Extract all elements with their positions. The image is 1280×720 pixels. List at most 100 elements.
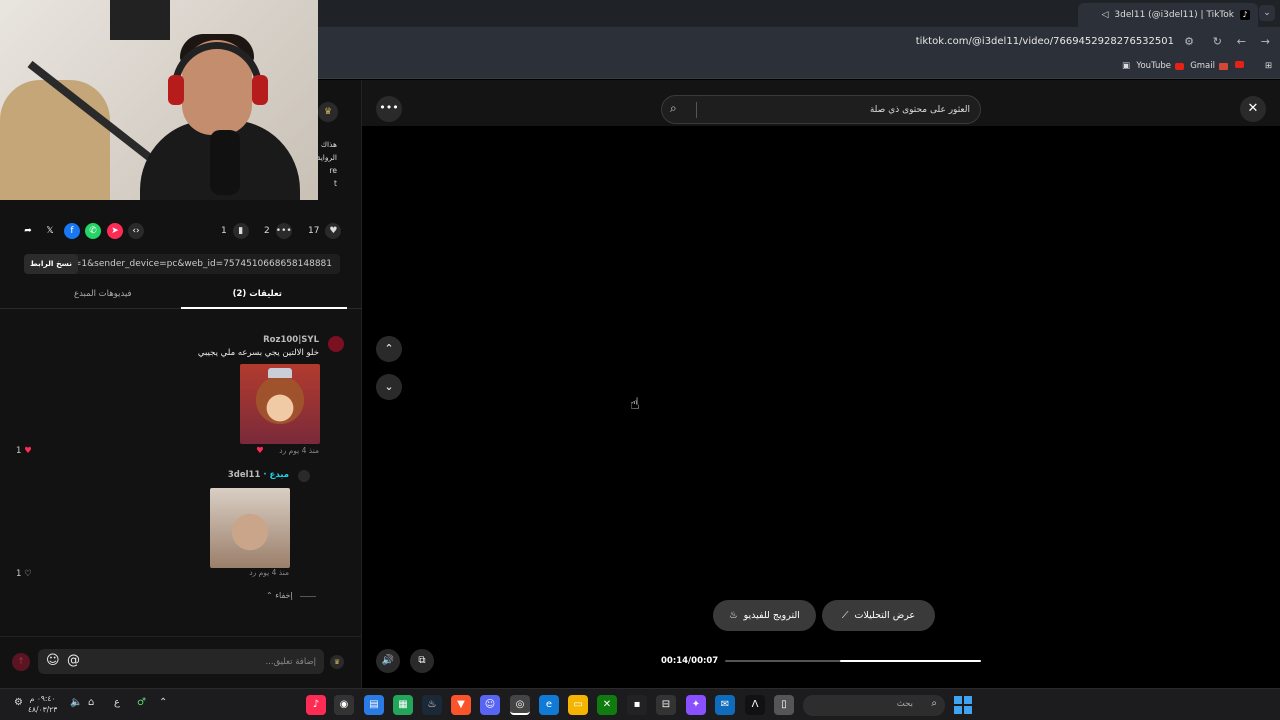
youtube-icon [1175,62,1184,70]
reload-icon[interactable]: ↻ [1213,35,1222,48]
recorder-app-icon[interactable]: ◉ [334,695,354,715]
creator-reply-avatar[interactable] [298,470,310,482]
heart-icon: ♥ [325,223,342,239]
comment-like-button[interactable]: 1 ♥ [16,446,32,456]
address-bar[interactable]: tiktok.com/@i3del11/video/76694529282765… [916,36,1174,47]
reply-like-button[interactable]: 1 ♡ [16,569,32,579]
bookmark-youtube[interactable]: YouTube [1136,61,1184,71]
comment-username[interactable]: Roz100|SYL [263,335,319,345]
share-link: ..._p=1&sender_device=pc&web_id=75745106… [55,259,332,269]
apps-grid-icon[interactable]: ⊞ [1265,61,1272,71]
reply-sticker-image [210,488,290,568]
microphone-icon[interactable]: ♂ [137,697,146,708]
tab-comments[interactable]: (2) تعليقات [233,289,282,299]
facebook-icon[interactable]: f [64,223,80,239]
reply-meta[interactable]: منذ 4 يوم رد [249,568,289,577]
user-avatar[interactable]: ♛ [330,655,344,669]
steam-icon[interactable]: ♨ [422,695,442,715]
speaker-icon[interactable]: 🔈 [70,697,82,708]
x-icon[interactable]: 𝕏 [42,223,58,239]
creator-liked-icon: ♥ [256,446,264,456]
reply-username[interactable]: 3del11 · مبدع [228,470,289,480]
emoji-icon[interactable]: ☺ [46,653,60,668]
flame-icon: ♨ [729,610,738,621]
tab-title: 3del11 (@i3del11) | TikTok [1114,10,1234,20]
search-input[interactable] [696,96,980,123]
search-bar: ⌕ [661,95,981,124]
progress-bar[interactable] [725,660,981,662]
app-icon[interactable]: ▤ [364,695,384,715]
comment-icon: ••• [275,223,292,239]
edge-icon[interactable]: e [539,695,559,715]
send-to-friends-icon[interactable]: ➤ [107,223,123,239]
search-icon[interactable]: ⌕ [670,101,677,116]
file-explorer-icon[interactable]: ▭ [568,695,588,715]
settings-tray-icon[interactable]: ⚙ [14,697,23,708]
tab-creator-videos[interactable]: فيديوهات المبدع [74,289,132,299]
view-analytics-button[interactable]: ⟋ عرض التحليلات [822,600,935,631]
chart-icon: ⟋ [841,610,849,621]
network-icon[interactable]: ⌂ [88,697,94,708]
action-row: ➦ 𝕏 f ✆ ➤ ‹› 1 ▮ 2 ••• 17 ♥ [18,221,344,241]
progress-fill [840,660,981,662]
clock-time: ٠٩:٤٠ م [29,694,56,703]
whatsapp-icon[interactable]: ✆ [85,223,101,239]
bookmark-bookmarks-icon[interactable]: ▣ [1122,61,1130,71]
xbox-icon[interactable]: ✕ [597,695,617,715]
like-count: 17 [308,226,320,236]
tiktok-app-icon[interactable]: ♪ [306,695,326,715]
outlook-icon[interactable]: ✉ [715,695,735,715]
picture-in-picture-icon[interactable]: ⧉ [410,649,434,673]
chrome-icon[interactable]: ◎ [510,695,530,715]
analytics-label: عرض التحليلات [854,610,916,621]
mention-icon[interactable]: @ [67,653,80,668]
copilot-icon[interactable]: ✦ [686,695,706,715]
promote-label: الترويج للفيديو [743,610,800,621]
bookmark-gmail[interactable]: Gmail [1190,61,1228,71]
video-player[interactable]: ••• ⌕ ✕ ⌃ ⌄ ☝ ♨ الترويج للفيديو ⟋ عرض ال… [362,80,1280,688]
tab-mute-icon[interactable]: ◁ [1101,10,1108,20]
hide-replies-button[interactable]: ⌃ إخفاء [266,591,293,600]
browser-tab[interactable]: ◁ 3del11 (@i3del11) | TikTok ♪ [1078,3,1258,27]
like-button[interactable]: 17 ♥ [308,223,342,239]
embed-icon[interactable]: ‹› [128,223,144,239]
chevron-up-icon[interactable]: ⌃ [159,697,167,708]
previous-video-icon[interactable]: ⌃ [376,336,402,362]
close-icon[interactable]: ✕ [1240,96,1266,122]
commenter-avatar[interactable] [328,336,344,352]
tab-menu-icon[interactable]: ⌄ [1259,5,1275,21]
store-icon[interactable]: ⊟ [656,695,676,715]
app-icon[interactable]: ▯ [774,695,794,715]
promote-video-button[interactable]: ♨ الترويج للفيديو [713,600,816,631]
forward-icon[interactable]: → [1261,35,1270,48]
youtube-shortcut-icon[interactable] [1235,61,1244,68]
more-options-icon[interactable]: ••• [376,96,402,122]
bookmark-icon: ▮ [232,223,249,239]
copy-link-button[interactable]: نسخ الرابط [24,254,78,274]
app-icon[interactable]: Λ [745,695,765,715]
back-icon[interactable]: ← [1237,35,1246,48]
discord-icon[interactable]: ☺ [480,695,500,715]
comment-input[interactable] [38,649,324,674]
creator-avatar[interactable]: ♛ [318,102,338,122]
search-icon: ⌕ [931,698,937,709]
taskbar-clock[interactable]: ٠٩:٤٠ م ٤٨/٠٣/٢٣ [28,693,57,715]
site-settings-icon[interactable]: ⚙ [1184,35,1194,48]
video-topbar: ••• ⌕ ✕ [362,80,1280,126]
app-icon[interactable]: ▪ [627,695,647,715]
brave-icon[interactable]: ▼ [451,695,471,715]
windows-start-icon[interactable] [954,696,972,714]
comment-meta[interactable]: منذ 4 يوم رد [279,446,319,455]
heart-icon: ♥ [24,446,32,456]
comment-button[interactable]: 2 ••• [264,223,292,239]
app-icon[interactable]: ▦ [393,695,413,715]
send-comment-button[interactable]: ↑ [12,653,30,671]
creator-badge: · مبدع [263,470,289,480]
save-button[interactable]: 1 ▮ [221,223,249,239]
share-icon[interactable]: ➦ [20,223,36,239]
next-video-icon[interactable]: ⌄ [376,374,402,400]
volume-icon[interactable]: 🔊 [376,649,400,673]
language-indicator[interactable]: ع [114,697,120,708]
taskbar-search-label: بحث [896,699,913,709]
taskbar-search[interactable]: بحث ⌕ [803,695,945,716]
